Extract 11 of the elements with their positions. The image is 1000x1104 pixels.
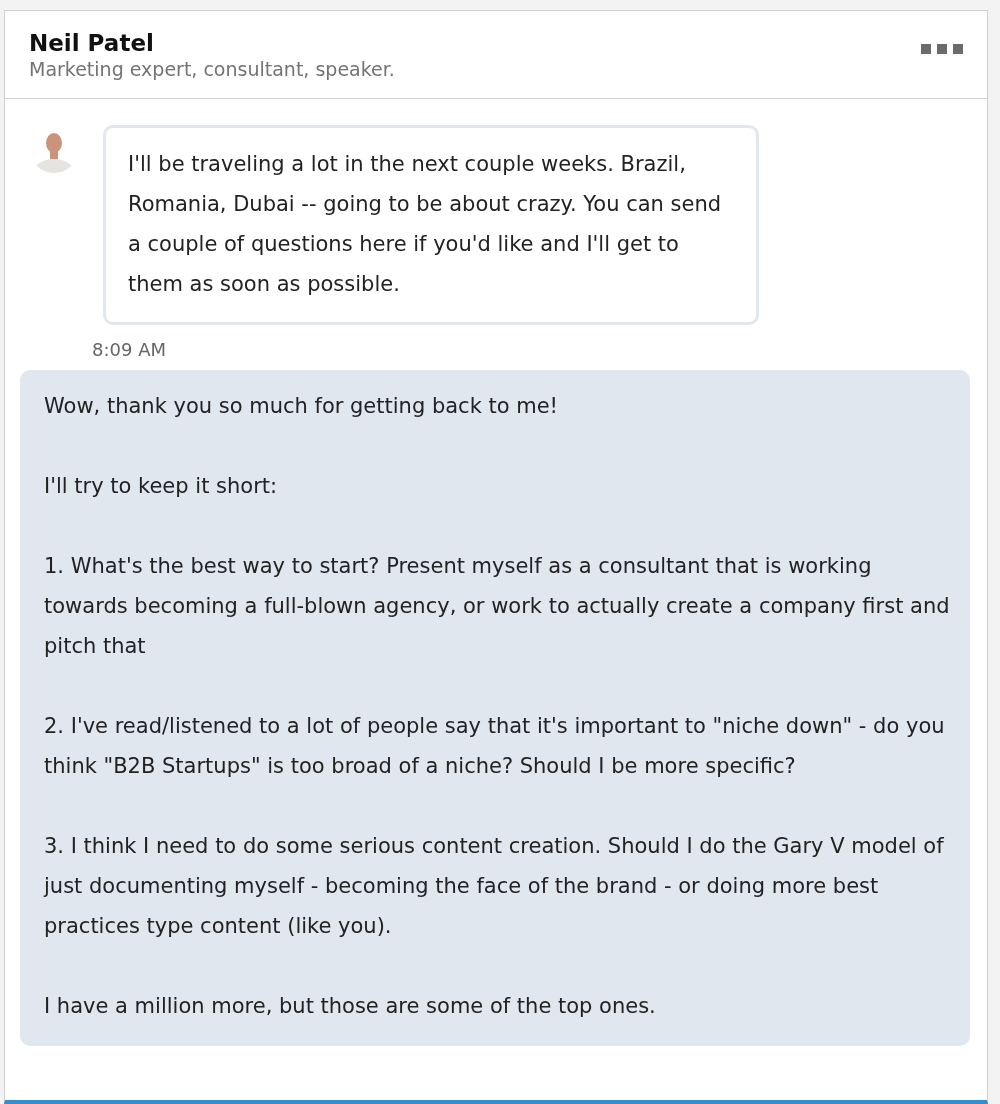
- message-text: Wow, thank you so much for getting back to me!: [44, 393, 560, 420]
- message-text: 1. What's the best way to start? Present myself as a consultant that is working towards becoming a full-blown agency, or work to actually create a company first and pitch that: [44, 553, 950, 660]
- message-time: 8:09 AM: [92, 339, 167, 360]
- message-text: I have a million more, but those are some of the top ones.: [44, 993, 657, 1020]
- contact-name: Neil Patel: [29, 29, 155, 56]
- message-text: I'll be traveling a lot in the next couple weeks. Brazil, Romania, Dubai -- going to be about crazy. You can send a couple of questions here if you'd like and I'll get to them as soon as possible.: [128, 151, 723, 298]
- contact-headline: Marketing expert, consultant, speaker.: [29, 57, 395, 80]
- more-options-icon[interactable]: [921, 43, 963, 54]
- message-text: 3. I think I need to do some serious content creation. Should I do the Gary V model of just documenting myself - becoming the face of the brand - or doing more best practices type content (like you).: [44, 833, 945, 940]
- message-text: 2. I've read/listened to a lot of people say that it's important to "niche down" - do you think "B2B Startups" is too broad of a niche? Should I be more specific?: [44, 713, 946, 780]
- message-text: I'll try to keep it short:: [44, 473, 279, 500]
